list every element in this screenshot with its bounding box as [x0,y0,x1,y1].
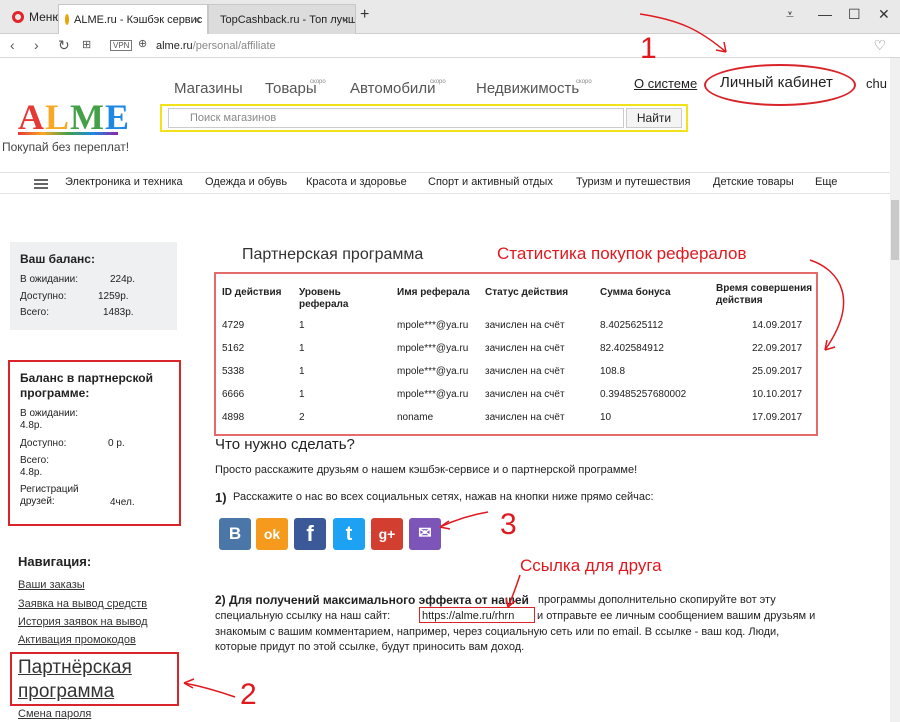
arrow-to-cabinet [639,13,727,53]
annotation-arrows [183,13,845,698]
arrow-to-email [439,511,489,528]
arrow-to-partner-link [183,682,236,698]
arrow-to-table [809,259,845,351]
